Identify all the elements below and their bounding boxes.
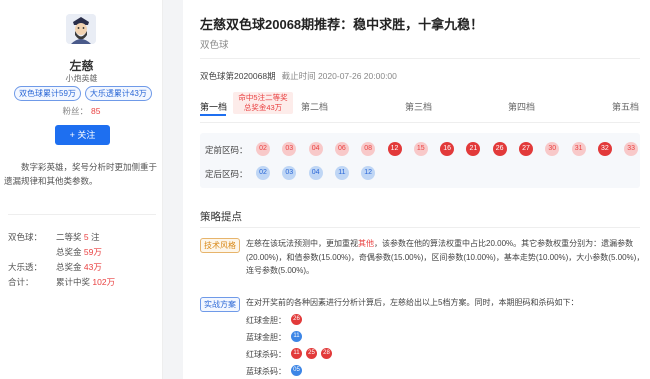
red-ball: 32 [597,142,612,156]
pick-label: 蓝球杀码： [246,367,286,376]
author-intro: 数字彩英雄，奖号分析时更加侧重于遗漏规律和其他类参数。 [4,162,158,186]
issue-number: 双色球第2020068期 [200,71,276,81]
pick-ball: 28 [321,348,332,359]
stat-row: 总奖金 59万 [56,247,102,257]
red-ball: 27 [519,142,533,156]
blue-zone-label: 定后区码： [205,169,248,179]
fans-number: 85 [91,106,101,116]
pick-ball: 05 [291,365,302,376]
stat-row: 合计： 累计中奖 102万 [8,277,116,287]
fans-count: 粉丝： 85 [0,105,163,117]
divider [200,58,640,59]
blue-ball: 04 [308,166,323,180]
red-ball: 02 [256,142,270,156]
tab-3[interactable]: 第三档 [405,100,432,113]
fans-label: 粉丝： [62,106,89,116]
tab-1[interactable]: 第一档 [200,100,227,113]
pick-label: 蓝球金胆： [246,333,286,342]
author-name: 左慈 [69,59,94,73]
red-zone-label: 定前区码： [205,145,248,155]
author-panel: 左慈 小炮英雄 双色球累计59万 大乐透累计43万 粉丝： 85 + 关注 数字彩… [0,0,163,379]
plan-text: 在对开奖前的各种因素进行分析计算后，左慈给出以上5档方案。同时，本期胆码和杀码如… [246,298,579,307]
pick-ball: 11 [291,331,302,342]
article-category[interactable]: 双色球 [200,37,229,51]
red-ball: 12 [387,142,402,156]
divider [200,227,640,228]
pick-ball: 25 [306,348,317,359]
red-ball: 06 [334,142,349,156]
red-ball: 15 [413,142,428,156]
active-tab-indicator [200,114,226,116]
author-title: 小炮英雄 [65,74,98,83]
tab-5[interactable]: 第五档 [612,100,639,113]
avatar-portrait-icon [66,14,96,44]
divider [8,214,156,215]
tech-style-tag: 技术风格 [200,238,240,253]
strategy-title: 策略提点 [200,211,242,223]
tech-style-text: 左慈在该玩法预测中，更加重视其他，该参数在他的算法权重中占比20.00%。其它参… [246,239,645,275]
article-title: 左慈双色球20068期推荐：稳中求胜，十拿九稳！ [200,17,484,32]
badge-ssq: 双色球累计59万 [14,86,81,101]
follow-button[interactable]: + 关注 [55,125,110,145]
plan-tag: 实战方案 [200,297,240,312]
hit-note: 命中5注二等奖 总奖金43万 [233,92,293,114]
red-ball: 31 [571,142,586,156]
prize-stats: 双色球： 二等奖 5 注 总奖金 59万 大乐透： 总奖金 43万 合计： 累计… [8,230,158,290]
article-panel: 左慈双色球20068期推荐：稳中求胜，十拿九稳！ 双色球 双色球第2020068… [183,0,650,379]
pick-label: 红球金胆： [246,316,286,325]
pick-ball: 11 [291,348,302,359]
pick-label: 红球杀码： [246,350,286,359]
stat-row: 双色球： 二等奖 5 注 [8,232,100,242]
badge-dlt: 大乐透累计43万 [84,86,152,101]
red-ball: 04 [308,142,323,156]
issue-info: 双色球第2020068期 截止时间 2020-07-26 20:00:00 [200,70,397,82]
achievement-badges: 双色球累计59万 大乐透累计43万 [14,86,152,101]
tab-2[interactable]: 第二档 [301,100,328,113]
tab-4[interactable]: 第四档 [508,100,535,113]
stat-row: 大乐透： 总奖金 43万 [8,262,102,272]
pick-ball: 26 [291,314,302,325]
blue-ball: 11 [334,166,349,180]
red-ball: 26 [492,142,507,156]
red-ball: 16 [440,142,455,156]
deadline: 截止时间 2020-07-26 20:00:00 [281,71,397,81]
blue-ball: 02 [256,166,270,180]
divider [200,122,640,123]
avatar[interactable] [66,14,96,44]
